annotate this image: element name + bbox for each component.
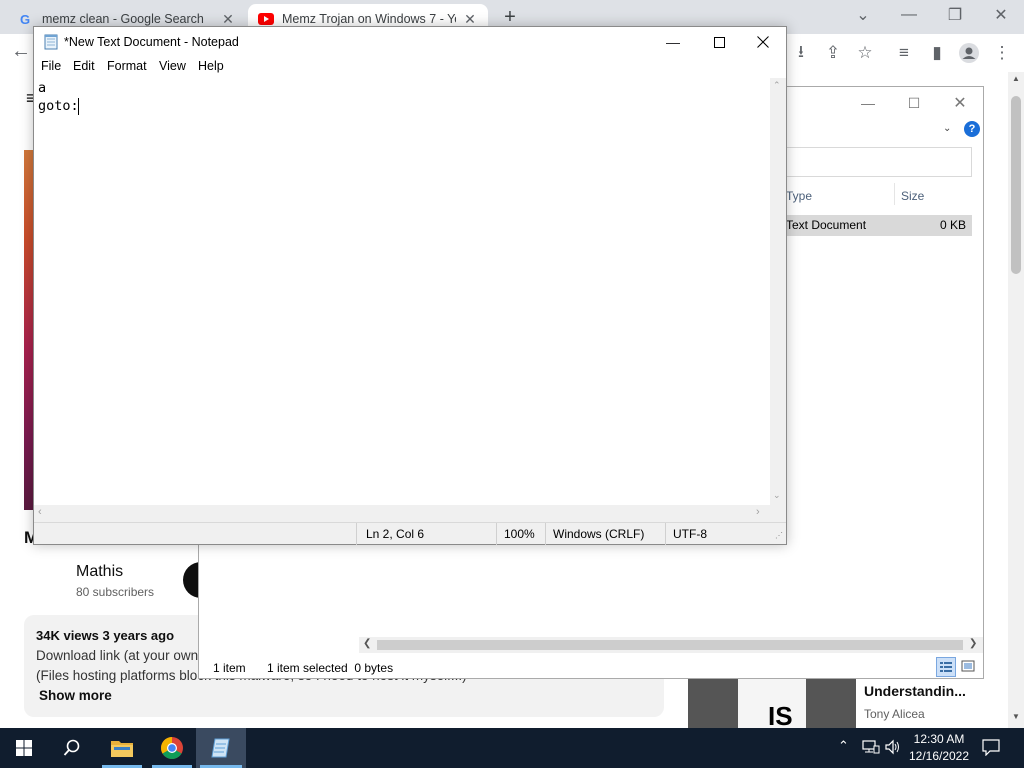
suggested-video-title[interactable]: Understandin... [864, 683, 966, 699]
details-view-icon[interactable] [936, 657, 956, 677]
suggested-video-author: Tony Alicea [864, 707, 925, 721]
file-explorer-taskbar-icon[interactable] [98, 728, 146, 768]
cursor-position: Ln 2, Col 6 [366, 527, 425, 541]
scroll-up-icon[interactable]: ⌃ [773, 80, 781, 91]
scroll-left-icon[interactable]: ‹ [38, 506, 42, 518]
scrollbar-thumb[interactable] [377, 640, 963, 650]
page-scrollbar[interactable]: ▲ ▼ [1008, 72, 1024, 728]
notepad-taskbar-icon[interactable] [196, 728, 246, 768]
youtube-icon [258, 11, 274, 27]
chrome-taskbar-icon[interactable] [148, 728, 196, 768]
file-size: 0 KB [939, 218, 966, 232]
side-panel-icon[interactable]: ▮ [924, 40, 950, 66]
views-and-date: 34K views 3 years ago [36, 628, 175, 643]
status-divider [665, 523, 666, 545]
share-icon[interactable]: ⇪ [820, 40, 846, 66]
close-tab-icon[interactable]: ✕ [220, 11, 236, 28]
scrollbar-corner [770, 505, 786, 522]
file-type: Text Document [786, 218, 867, 232]
status-divider [496, 523, 497, 545]
column-divider [894, 183, 895, 205]
bookmark-star-icon[interactable]: ☆ [852, 40, 878, 66]
clock-date[interactable]: 12/16/2022 [906, 749, 972, 763]
scroll-down-icon[interactable]: ⌄ [773, 490, 781, 501]
explorer-status-bar: 1 item 1 item selected 0 bytes [199, 655, 983, 679]
search-input[interactable] [786, 147, 972, 177]
show-more-link[interactable]: Show more [39, 688, 112, 703]
help-icon[interactable]: ? [964, 121, 980, 137]
menu-file[interactable]: File [41, 59, 61, 73]
minimize-icon[interactable]: — [845, 89, 891, 117]
description-line: Download link (at your own [36, 648, 199, 663]
menu-edit[interactable]: Edit [73, 59, 95, 73]
windows-start-icon[interactable] [0, 728, 48, 768]
tab-title: memz clean - Google Search [42, 12, 204, 26]
maximize-icon[interactable]: ☐ [891, 89, 937, 117]
close-icon[interactable]: ✕ [978, 0, 1024, 30]
network-icon[interactable] [862, 739, 880, 760]
zoom-level: 100% [504, 527, 535, 541]
profile-avatar-icon[interactable] [956, 40, 982, 66]
close-icon[interactable]: ✕ [937, 89, 983, 117]
more-menu-icon[interactable]: ⋮ [989, 40, 1015, 66]
volume-icon[interactable] [884, 739, 902, 760]
tab-title: Memz Trojan on Windows 7 - You [282, 12, 456, 26]
scroll-right-icon[interactable]: › [756, 506, 760, 518]
clock-time[interactable]: 12:30 AM [906, 732, 972, 746]
show-hidden-icons-icon[interactable]: ⌃ [838, 738, 849, 754]
suggested-video-thumbnail[interactable]: IS [688, 679, 856, 731]
selection-info: 1 item selected 0 bytes [267, 661, 394, 675]
windows-taskbar: ⌃ 12:30 AM 12/16/2022 [0, 728, 1024, 768]
close-icon[interactable] [740, 27, 786, 57]
back-arrow-icon[interactable]: ← [8, 40, 34, 66]
download-icon[interactable]: ⭳ [788, 40, 814, 66]
restore-icon[interactable]: ❐ [932, 0, 978, 30]
notification-center-icon[interactable] [982, 738, 1000, 761]
reading-list-icon[interactable]: ≡ [891, 40, 917, 66]
notepad-status-bar: Ln 2, Col 6 100% Windows (CRLF) UTF-8 ⋰ [34, 522, 786, 545]
horizontal-scrollbar[interactable]: ‹ › [34, 505, 770, 522]
text-line: a [38, 80, 47, 96]
text-cursor [78, 98, 79, 115]
notepad-app-icon [43, 34, 59, 50]
notepad-title-bar[interactable]: *New Text Document - Notepad — [34, 27, 786, 57]
menu-format[interactable]: Format [107, 59, 147, 73]
svg-text:G: G [20, 12, 30, 26]
channel-name[interactable]: Mathis [76, 563, 123, 581]
horizontal-scrollbar[interactable]: ❮ ❯ [359, 637, 983, 653]
column-header-size[interactable]: Size [901, 189, 924, 203]
menu-view[interactable]: View [159, 59, 186, 73]
text-line: goto: [38, 98, 79, 114]
close-tab-icon[interactable]: ✕ [462, 11, 478, 28]
column-header-type[interactable]: Type [786, 189, 812, 203]
text-editor-area[interactable]: a goto: [34, 78, 770, 505]
resize-grip-icon[interactable]: ⋰ [775, 531, 783, 540]
menu-help[interactable]: Help [198, 59, 224, 73]
item-count: 1 item [213, 661, 246, 675]
line-ending: Windows (CRLF) [553, 527, 645, 541]
vertical-scrollbar[interactable]: ⌃ ⌄ [770, 78, 786, 505]
minimize-icon[interactable]: — [650, 27, 696, 57]
scrollbar-thumb[interactable] [1011, 96, 1021, 274]
minimize-icon[interactable]: — [886, 0, 932, 30]
large-icons-view-icon[interactable] [959, 657, 979, 677]
file-row-selected[interactable]: Text Document 0 KB [786, 215, 972, 236]
tab-search-icon[interactable]: ⌄ [840, 0, 886, 30]
google-icon: G [18, 11, 34, 27]
chevron-down-icon[interactable]: ⌄ [943, 123, 951, 134]
notepad-window: *New Text Document - Notepad — File Edit… [33, 26, 787, 545]
encoding: UTF-8 [673, 527, 707, 541]
notepad-menu-bar: File Edit Format View Help [34, 57, 786, 78]
search-icon[interactable] [48, 728, 96, 768]
status-divider [545, 523, 546, 545]
maximize-icon[interactable] [696, 27, 742, 57]
status-divider [356, 523, 357, 545]
subscriber-count: 80 subscribers [76, 585, 155, 599]
window-title: *New Text Document - Notepad [64, 35, 239, 49]
